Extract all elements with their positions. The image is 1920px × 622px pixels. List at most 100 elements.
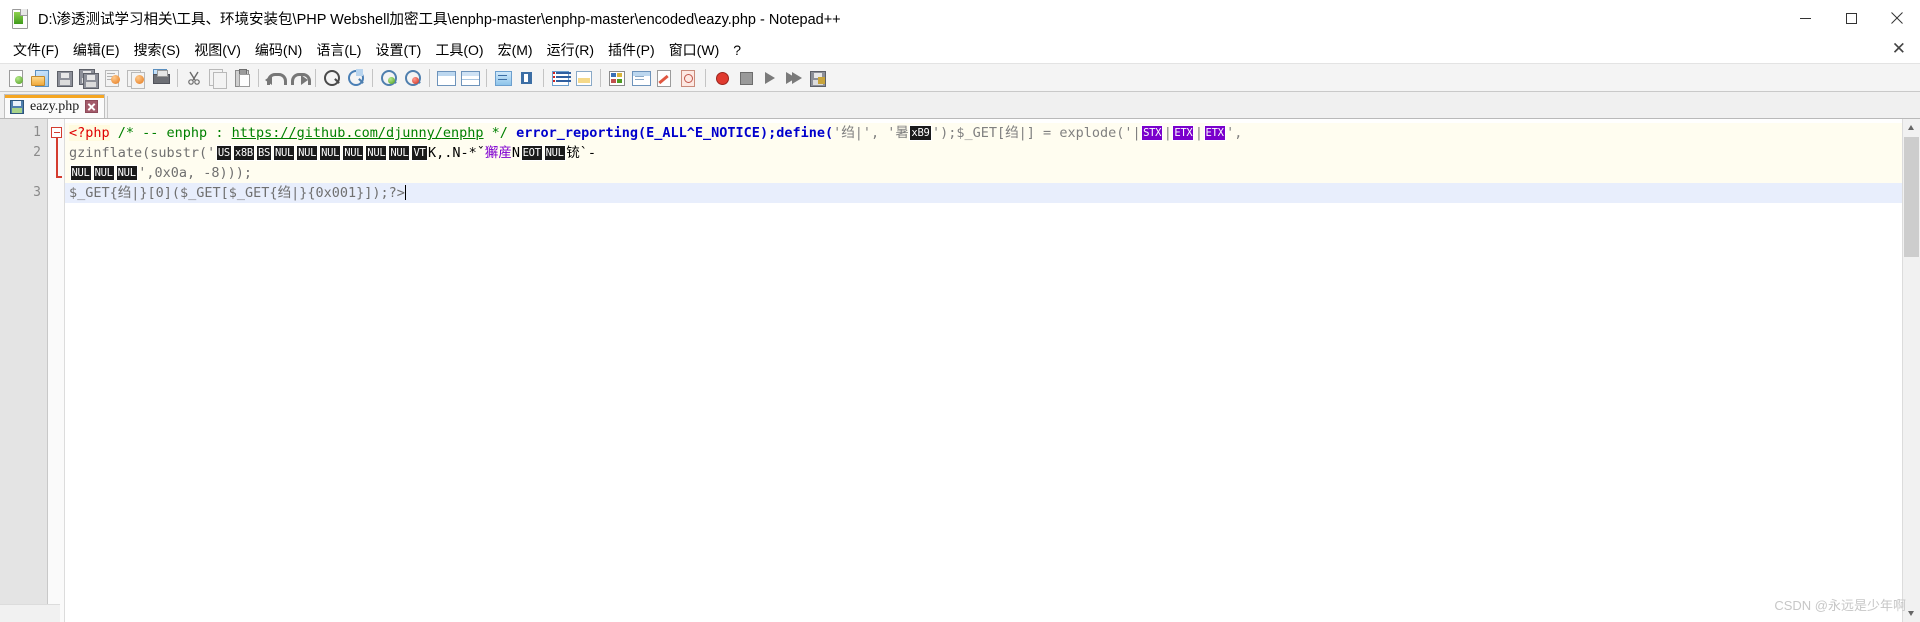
token-e-all-constant: E_ALL^E_NOTICE bbox=[646, 125, 760, 141]
token-string-key: '绉|' bbox=[833, 125, 872, 141]
menu-item-view[interactable]: 视图(V) bbox=[187, 38, 248, 62]
token-get-chain: $_GET{绉|}[0]($_GET[$_GET{绉|}{0x001}]);?> bbox=[69, 185, 405, 201]
close-button[interactable] bbox=[1874, 0, 1920, 36]
code-line-1: <?php /* -- enphp : https://github.com/d… bbox=[65, 123, 1920, 143]
tab-label: eazy.php bbox=[30, 98, 80, 114]
close-all-icon[interactable] bbox=[126, 67, 148, 89]
control-char-box: NUL bbox=[365, 145, 388, 161]
toolbar bbox=[0, 63, 1920, 92]
replace-icon[interactable] bbox=[345, 67, 367, 89]
new-file-icon[interactable] bbox=[6, 67, 28, 89]
save-all-icon[interactable] bbox=[78, 67, 100, 89]
control-char-box: x8B bbox=[232, 145, 255, 161]
menu-item-language[interactable]: 语言(L) bbox=[309, 38, 368, 62]
save-macro-icon[interactable] bbox=[807, 67, 829, 89]
maximize-button[interactable] bbox=[1828, 0, 1874, 36]
stop-record-macro-icon[interactable] bbox=[735, 67, 757, 89]
control-char-box: NUL bbox=[342, 145, 365, 161]
token-string-val: '暑 bbox=[887, 125, 909, 141]
token-substr-args: ',0x0a, -8))); bbox=[138, 165, 253, 181]
token-comment-start: /* -- enphp : bbox=[117, 125, 232, 141]
word-wrap-icon[interactable] bbox=[492, 67, 514, 89]
fold-collapse-icon[interactable] bbox=[51, 127, 62, 138]
cut-icon[interactable] bbox=[183, 67, 205, 89]
notepadpp-app-icon bbox=[10, 8, 30, 29]
fold-margin[interactable] bbox=[48, 119, 65, 622]
menu-item-settings[interactable]: 设置(T) bbox=[368, 38, 428, 62]
control-char-box-stx: STX bbox=[1141, 125, 1164, 141]
token-string-tail: ', bbox=[1226, 125, 1243, 141]
minimize-button[interactable] bbox=[1782, 0, 1828, 36]
token-gzinflate: gzinflate(substr(' bbox=[69, 145, 216, 161]
editor-area[interactable]: 1 2 3 <?php /* -- enphp : https://github… bbox=[0, 118, 1920, 622]
window-controls bbox=[1782, 0, 1920, 36]
show-all-chars-icon[interactable] bbox=[516, 67, 538, 89]
find-icon[interactable] bbox=[321, 67, 343, 89]
close-file-icon[interactable] bbox=[102, 67, 124, 89]
horizontal-scrollbar[interactable] bbox=[0, 604, 60, 622]
token-paren-close: ); bbox=[759, 125, 777, 141]
token-pipe: | bbox=[1194, 125, 1204, 141]
token-get-superglobal: $_GET[绉|] bbox=[956, 125, 1035, 141]
zoom-out-icon[interactable] bbox=[402, 67, 424, 89]
play-macro-icon[interactable] bbox=[759, 67, 781, 89]
folder-as-workspace-icon[interactable] bbox=[654, 67, 676, 89]
token-pipe: | bbox=[1163, 125, 1172, 141]
close-document-button[interactable]: ✕ bbox=[1892, 40, 1906, 58]
print-icon[interactable] bbox=[150, 67, 172, 89]
undo-icon[interactable] bbox=[264, 67, 287, 89]
sync-horizontal-scroll-icon[interactable] bbox=[459, 67, 481, 89]
redo-icon[interactable] bbox=[288, 67, 311, 89]
menu-item-macro[interactable]: 宏(M) bbox=[491, 38, 540, 62]
watermark: CSDN @永远是少年啊 bbox=[1774, 598, 1906, 613]
menu-item-edit[interactable]: 编辑(E) bbox=[66, 38, 127, 62]
function-list-icon[interactable] bbox=[630, 67, 652, 89]
control-char-box: NUL bbox=[92, 165, 115, 181]
menu-item-encoding[interactable]: 编码(N) bbox=[248, 38, 309, 62]
toolbar-separator bbox=[543, 68, 544, 87]
menu-item-run[interactable]: 运行(R) bbox=[540, 38, 601, 62]
menu-item-plugins[interactable]: 插件(P) bbox=[601, 38, 662, 62]
toolbar-separator bbox=[315, 68, 316, 87]
token-explode: explode bbox=[1059, 125, 1117, 141]
document-map-icon[interactable] bbox=[606, 67, 628, 89]
menu-item-file[interactable]: 文件(F) bbox=[6, 38, 66, 62]
notepadpp-window: D:\渗透测试学习相关\工具、环境安装包\PHP Webshell加密工具\en… bbox=[0, 0, 1920, 622]
run-macro-multiple-icon[interactable] bbox=[783, 67, 805, 89]
token-char-n: N bbox=[511, 145, 521, 161]
code-line-2-wrapped: NUL NUL NUL ',0x0a, -8))); bbox=[65, 163, 1920, 183]
zoom-in-icon[interactable] bbox=[378, 67, 400, 89]
token-php-open: <?php bbox=[69, 125, 110, 141]
indent-guide-icon[interactable] bbox=[549, 67, 571, 89]
token-cjk-binary: 獬産 bbox=[484, 145, 512, 161]
save-icon[interactable] bbox=[54, 67, 76, 89]
menu-item-search[interactable]: 搜索(S) bbox=[127, 38, 188, 62]
user-defined-dialog-icon[interactable] bbox=[573, 67, 595, 89]
tab-bar: eazy.php bbox=[0, 92, 1920, 118]
code-content[interactable]: <?php /* -- enphp : https://github.com/d… bbox=[65, 119, 1920, 622]
toolbar-separator bbox=[177, 68, 178, 87]
tab-close-icon[interactable] bbox=[85, 100, 99, 113]
open-file-icon[interactable] bbox=[30, 67, 52, 89]
scroll-up-arrow-icon[interactable] bbox=[1903, 119, 1920, 136]
control-char-box: NUL bbox=[319, 145, 342, 161]
menu-item-tools[interactable]: 工具(O) bbox=[428, 38, 490, 62]
text-caret bbox=[404, 185, 406, 200]
control-char-box: NUL bbox=[543, 145, 566, 161]
vertical-scroll-thumb[interactable] bbox=[1904, 137, 1919, 257]
control-char-box: xB9 bbox=[909, 125, 932, 141]
token-comment-end: */ bbox=[483, 125, 508, 141]
token-paren-open: ( bbox=[638, 125, 647, 141]
menu-item-window[interactable]: 窗口(W) bbox=[662, 38, 727, 62]
sync-vertical-scroll-icon[interactable] bbox=[435, 67, 457, 89]
token-binary-tail: 铳`- bbox=[566, 145, 596, 161]
start-record-macro-icon[interactable] bbox=[711, 67, 733, 89]
menu-item-help[interactable]: ? bbox=[726, 40, 748, 60]
vertical-scrollbar[interactable] bbox=[1902, 119, 1920, 622]
control-char-box: US bbox=[215, 145, 232, 161]
copy-icon[interactable] bbox=[207, 67, 229, 89]
tab-eazy-php[interactable]: eazy.php bbox=[4, 94, 106, 118]
token-define: define bbox=[776, 125, 825, 141]
paste-icon[interactable] bbox=[231, 67, 253, 89]
monitoring-icon[interactable] bbox=[678, 67, 700, 89]
